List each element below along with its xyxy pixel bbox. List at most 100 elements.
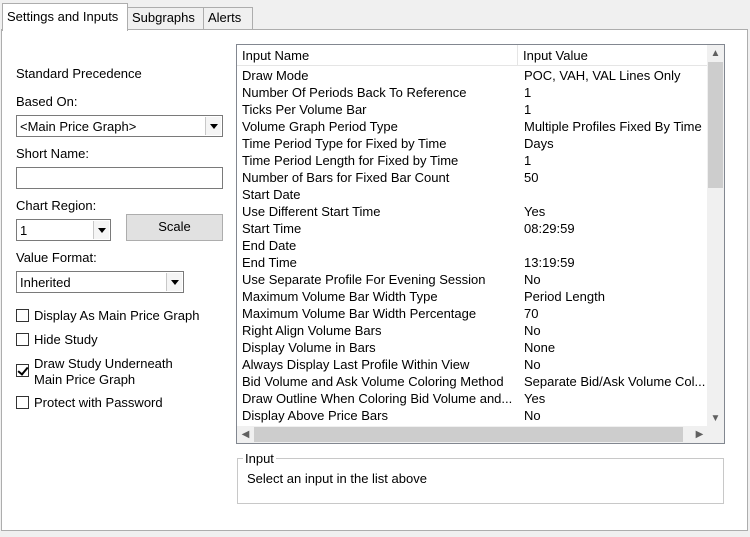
table-row[interactable]: Display Volume in Bars None [237,339,708,356]
input-value-cell[interactable]: 1 [519,101,708,118]
input-value-cell[interactable]: Separate Bid/Ask Volume Col... [519,373,708,390]
horizontal-scrollbar[interactable]: ◀ ▶ [237,426,708,443]
hide-study-checkbox[interactable]: Hide Study [16,331,216,349]
tab-alerts[interactable]: Alerts [203,7,253,30]
input-name-cell[interactable]: Maximum Volume Bar Width Percentage [237,305,517,322]
input-name-cell[interactable]: End Date [237,237,517,254]
input-name-cell[interactable]: Number Of Periods Back To Reference [237,84,517,101]
checkbox-box[interactable] [16,396,29,409]
input-value-cell[interactable]: 13:19:59 [519,254,708,271]
checkbox-box[interactable] [16,333,29,346]
based-on-select[interactable]: <Main Price Graph> [16,115,223,137]
table-row[interactable]: Number Of Periods Back To Reference 1 [237,84,708,101]
protect-with-password-checkbox[interactable]: Protect with Password [16,394,216,412]
input-name-cell[interactable]: Display Volume in Bars [237,339,517,356]
inputs-grid[interactable]: Input Name Input Value Draw Mode POC, VAH… [236,44,725,444]
column-header-input-name[interactable]: Input Name [237,45,518,66]
horizontal-scroll-thumb[interactable] [254,427,683,442]
tab-settings-and-inputs[interactable]: Settings and Inputs [2,3,128,31]
input-name-cell[interactable]: Time Period Length for Fixed by Time [237,152,517,169]
input-name-cell[interactable]: Bid Volume and Ask Volume Coloring Metho… [237,373,517,390]
table-row[interactable]: Use Separate Profile For Evening Session… [237,271,708,288]
input-value-cell[interactable]: No [519,407,708,424]
table-row[interactable]: Start Date [237,186,708,203]
input-name-cell[interactable]: Use Different Start Time [237,203,517,220]
input-description-text: Select an input in the list above [247,471,427,486]
input-value-cell[interactable]: Period Length [519,288,708,305]
tab-label: Settings and Inputs [7,9,119,24]
input-value-cell[interactable]: Multiple Profiles Fixed By Time [519,118,708,135]
checkbox-label: Hide Study [34,332,98,347]
checkbox-box[interactable] [16,309,29,322]
input-name-cell[interactable]: Draw Mode [237,67,517,84]
chart-region-select[interactable]: 1 [16,219,111,241]
input-value-cell[interactable]: None [519,339,708,356]
input-value-cell[interactable] [519,237,708,254]
input-value-cell[interactable]: 1 [519,84,708,101]
input-name-cell[interactable]: Start Date [237,186,517,203]
table-row[interactable]: Start Time 08:29:59 [237,220,708,237]
value-format-select[interactable]: Inherited [16,271,184,293]
vertical-scrollbar[interactable]: ▲ ▼ [707,45,724,427]
scroll-up-icon[interactable]: ▲ [707,45,724,62]
scroll-right-icon[interactable]: ▶ [691,426,708,443]
table-row[interactable]: Maximum Volume Bar Width Type Period Leng… [237,288,708,305]
input-name-cell[interactable]: Start Time [237,220,517,237]
input-value-cell[interactable]: Yes [519,203,708,220]
draw-study-underneath-checkbox[interactable]: Draw Study Underneath Main Price Graph [16,355,216,389]
input-value-cell[interactable]: No [519,356,708,373]
display-as-main-price-graph-checkbox[interactable]: Display As Main Price Graph [16,307,216,325]
table-row[interactable]: Volume Graph Period Type Multiple Profile… [237,118,708,135]
input-name-cell[interactable]: Display Above Price Bars [237,407,517,424]
input-name-cell[interactable]: Right Align Volume Bars [237,322,517,339]
table-row[interactable]: End Date [237,237,708,254]
tab-subgraphs[interactable]: Subgraphs [127,7,204,30]
scrollbar-corner [707,426,724,443]
checkbox-box-checked[interactable] [16,364,29,377]
table-row[interactable]: End Time 13:19:59 [237,254,708,271]
short-name-input[interactable] [16,167,223,189]
table-row[interactable]: Display Above Price Bars No [237,407,708,424]
input-value-cell[interactable]: 1 [519,152,708,169]
table-row[interactable]: Time Period Type for Fixed by Time Days [237,135,708,152]
vertical-scroll-thumb[interactable] [708,62,723,188]
scale-button[interactable]: Scale [126,214,223,241]
input-name-cell[interactable]: Draw Outline When Coloring Bid Volume an… [237,390,517,407]
input-value-cell[interactable]: No [519,271,708,288]
input-name-cell[interactable]: Number of Bars for Fixed Bar Count [237,169,517,186]
input-value-cell[interactable]: 50 [519,169,708,186]
input-value-cell[interactable]: No [519,322,708,339]
input-value-cell[interactable]: Yes [519,390,708,407]
chevron-down-icon[interactable] [93,221,109,239]
chevron-down-icon[interactable] [205,117,221,135]
tab-label: Subgraphs [132,10,195,25]
table-row[interactable]: Draw Mode POC, VAH, VAL Lines Only [237,67,708,84]
table-row[interactable]: Bid Volume and Ask Volume Coloring Metho… [237,373,708,390]
input-value-cell[interactable]: POC, VAH, VAL Lines Only [519,67,708,84]
input-value-cell[interactable]: 70 [519,305,708,322]
input-name-cell[interactable]: Time Period Type for Fixed by Time [237,135,517,152]
input-name-cell[interactable]: Always Display Last Profile Within View [237,356,517,373]
chevron-down-icon[interactable] [166,273,182,291]
input-name-cell[interactable]: Volume Graph Period Type [237,118,517,135]
table-row[interactable]: Right Align Volume Bars No [237,322,708,339]
table-row[interactable]: Maximum Volume Bar Width Percentage 70 [237,305,708,322]
input-value-cell[interactable]: 08:29:59 [519,220,708,237]
input-name-cell[interactable]: Use Separate Profile For Evening Session [237,271,517,288]
table-row[interactable]: Draw Outline When Coloring Bid Volume an… [237,390,708,407]
table-row[interactable]: Ticks Per Volume Bar 1 [237,101,708,118]
input-name-cell[interactable]: End Time [237,254,517,271]
input-value-cell[interactable]: Days [519,135,708,152]
scroll-left-icon[interactable]: ◀ [237,426,254,443]
scroll-down-icon[interactable]: ▼ [707,410,724,427]
table-row[interactable]: Time Period Length for Fixed by Time 1 [237,152,708,169]
table-row[interactable]: Use Different Start Time Yes [237,203,708,220]
column-header-input-value[interactable]: Input Value [518,45,708,66]
table-row[interactable]: Always Display Last Profile Within View N… [237,356,708,373]
table-row[interactable]: Number of Bars for Fixed Bar Count 50 [237,169,708,186]
input-value-cell[interactable] [519,186,708,203]
tab-strip: Settings and Inputs Subgraphs Alerts [0,0,750,31]
input-name-cell[interactable]: Maximum Volume Bar Width Type [237,288,517,305]
input-name-cell[interactable]: Ticks Per Volume Bar [237,101,517,118]
chart-region-value: 1 [20,223,28,238]
